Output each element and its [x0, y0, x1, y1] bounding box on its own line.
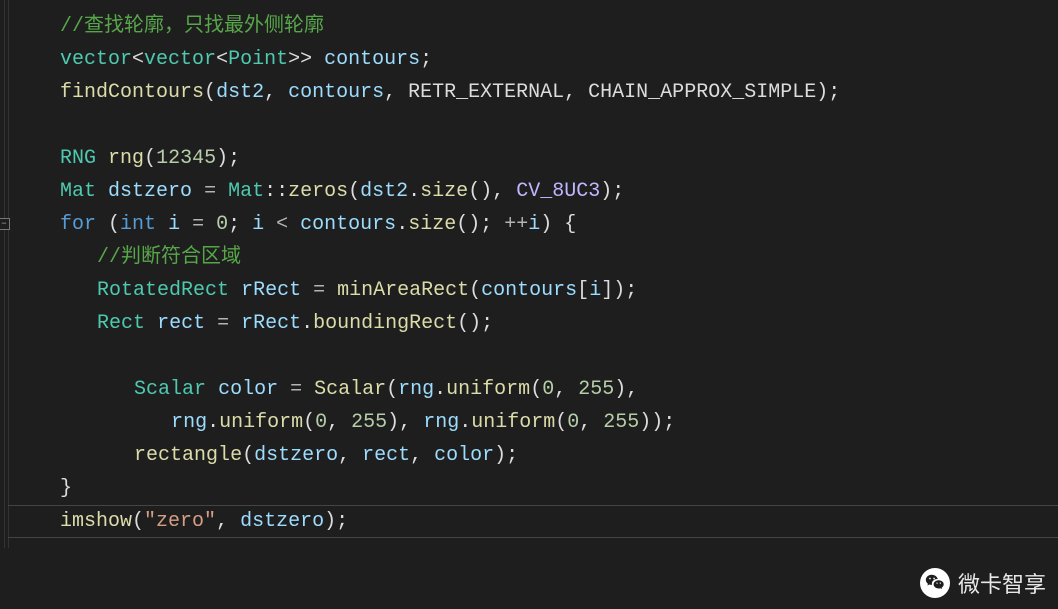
code-line[interactable]: } — [12, 472, 1058, 505]
code-line[interactable]: for (int i = 0; i < contours.size(); ++i… — [12, 208, 1058, 241]
code-line[interactable]: rng.uniform(0, 255), rng.uniform(0, 255)… — [12, 406, 1058, 439]
code-line[interactable] — [12, 340, 1058, 373]
code-line[interactable] — [12, 109, 1058, 142]
watermark-text: 微卡智享 — [958, 567, 1046, 599]
code-line[interactable]: RNG rng(12345); — [12, 142, 1058, 175]
code-line[interactable]: //查找轮廓，只找最外侧轮廓 — [12, 10, 1058, 43]
code-line[interactable]: Rect rect = rRect.boundingRect(); — [12, 307, 1058, 340]
code-line[interactable]: imshow("zero", dstzero); — [12, 505, 1058, 538]
code-line[interactable]: //判断符合区域 — [12, 241, 1058, 274]
code-line[interactable]: findContours(dst2, contours, RETR_EXTERN… — [12, 76, 1058, 109]
watermark: 微卡智享 — [920, 567, 1046, 599]
code-line[interactable]: Mat dstzero = Mat::zeros(dst2.size(), CV… — [12, 175, 1058, 208]
comment: //查找轮廓，只找最外侧轮廓 — [60, 15, 324, 38]
fold-marker[interactable]: − — [0, 218, 10, 230]
code-editor[interactable]: − //查找轮廓，只找最外侧轮廓 vector<vector<Point>> c… — [0, 0, 1058, 548]
comment: //判断符合区域 — [97, 246, 241, 269]
code-line[interactable]: Scalar color = Scalar(rng.uniform(0, 255… — [12, 373, 1058, 406]
wechat-icon — [920, 568, 950, 598]
code-line[interactable]: RotatedRect rRect = minAreaRect(contours… — [12, 274, 1058, 307]
code-line[interactable]: vector<vector<Point>> contours; — [12, 43, 1058, 76]
code-line[interactable]: rectangle(dstzero, rect, color); — [12, 439, 1058, 472]
